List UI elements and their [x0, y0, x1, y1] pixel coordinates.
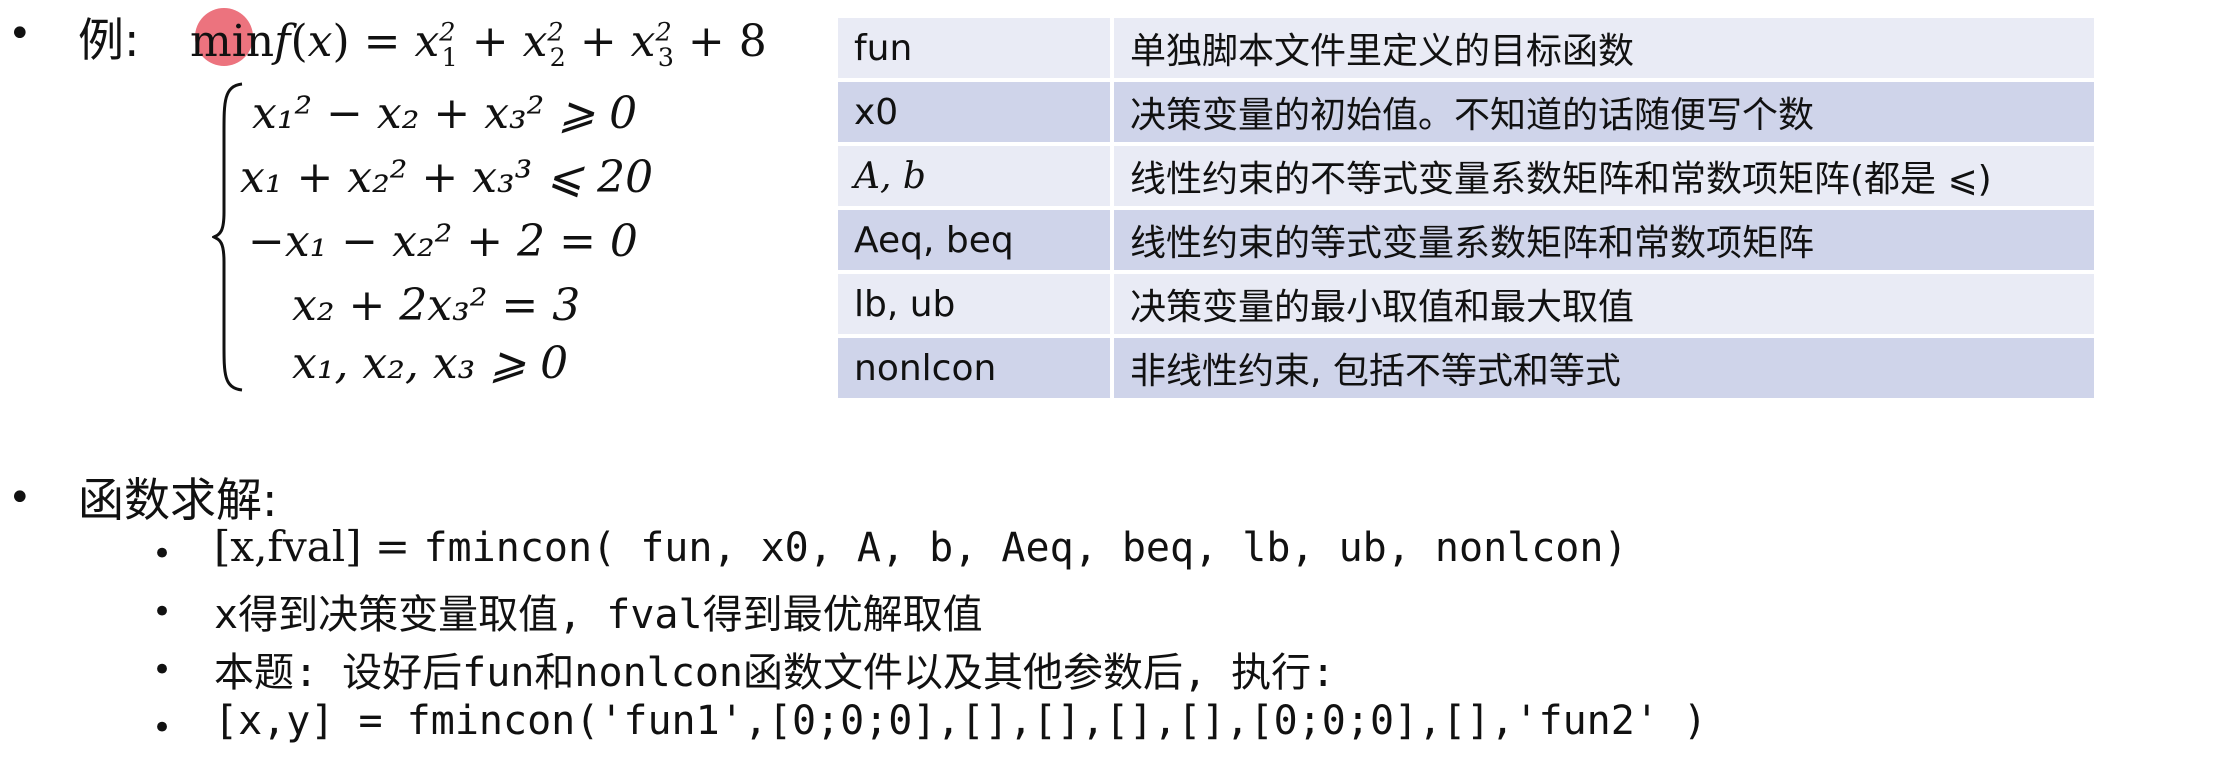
param-desc: 决策变量的初始值。不知道的话随便写个数: [1114, 82, 2094, 142]
param-name: nonlcon: [838, 338, 1114, 398]
solve-item-code: fmincon( fun, x0, A, b, Aeq, beq, lb, ub…: [423, 525, 1628, 571]
constraint-brace: [212, 82, 243, 392]
table-row: lb, ub 决策变量的最小取值和最大取值: [838, 274, 2094, 334]
param-name: fun: [838, 18, 1114, 78]
solve-item-bullet: •: [152, 534, 173, 574]
param-desc: 线性约束的等式变量系数矩阵和常数项矩阵: [1114, 210, 2094, 270]
solve-item-1: [x,fval] = fmincon( fun, x0, A, b, Aeq, …: [214, 522, 1628, 571]
constraint-2: x₁ + x₂² + x₃³ ⩽ 20: [240, 152, 654, 203]
param-name: Aeq, beq: [838, 210, 1114, 270]
table-row: Aeq, beq 线性约束的等式变量系数矩阵和常数项矩阵: [838, 210, 2094, 270]
solve-item-2: x得到决策变量取值, fval得到最优解取值: [214, 592, 983, 638]
constraint-4: x₂ + 2x₃² = 3: [292, 280, 581, 331]
constraint-5: x₁, x₂, x₃ ⩾ 0: [292, 338, 569, 389]
table-row: fun 单独脚本文件里定义的目标函数: [838, 18, 2094, 78]
solve-item-bullet: •: [152, 650, 173, 690]
param-name: lb, ub: [838, 274, 1114, 334]
solve-item-bullet: •: [152, 708, 173, 748]
solve-item-4: [x,y] = fmincon('fun1',[0;0;0],[],[],[],…: [214, 698, 1708, 744]
param-desc: 单独脚本文件里定义的目标函数: [1114, 18, 2094, 78]
example-label: 例:: [78, 13, 140, 67]
solve-bullet: •: [8, 475, 32, 521]
objective-function: minf(x) = x21 + x22 + x23 + 8: [190, 16, 767, 73]
solve-item-3: 本题: 设好后fun和nonlcon函数文件以及其他参数后, 执行:: [214, 650, 1336, 696]
table-row: x0 决策变量的初始值。不知道的话随便写个数: [838, 82, 2094, 142]
param-desc: 线性约束的不等式变量系数矩阵和常数项矩阵(都是 ⩽): [1114, 146, 2094, 206]
constraint-3: −x₁ − x₂² + 2 = 0: [248, 216, 638, 267]
solve-label: 函数求解:: [78, 473, 278, 527]
parameter-table: fun 单独脚本文件里定义的目标函数 x0 决策变量的初始值。不知道的话随便写个…: [838, 14, 2094, 402]
param-desc: 决策变量的最小取值和最大取值: [1114, 274, 2094, 334]
example-bullet: •: [8, 11, 32, 57]
param-name: x0: [838, 82, 1114, 142]
table-row: nonlcon 非线性约束, 包括不等式和等式: [838, 338, 2094, 398]
table-row: A, b 线性约束的不等式变量系数矩阵和常数项矩阵(都是 ⩽): [838, 146, 2094, 206]
param-desc: 非线性约束, 包括不等式和等式: [1114, 338, 2094, 398]
param-name: A, b: [838, 146, 1114, 206]
solve-item-bullet: •: [152, 592, 173, 632]
solve-item-prefix: [x,fval] =: [214, 522, 424, 571]
constraint-1: x₁² − x₂ + x₃² ⩾ 0: [252, 88, 638, 139]
